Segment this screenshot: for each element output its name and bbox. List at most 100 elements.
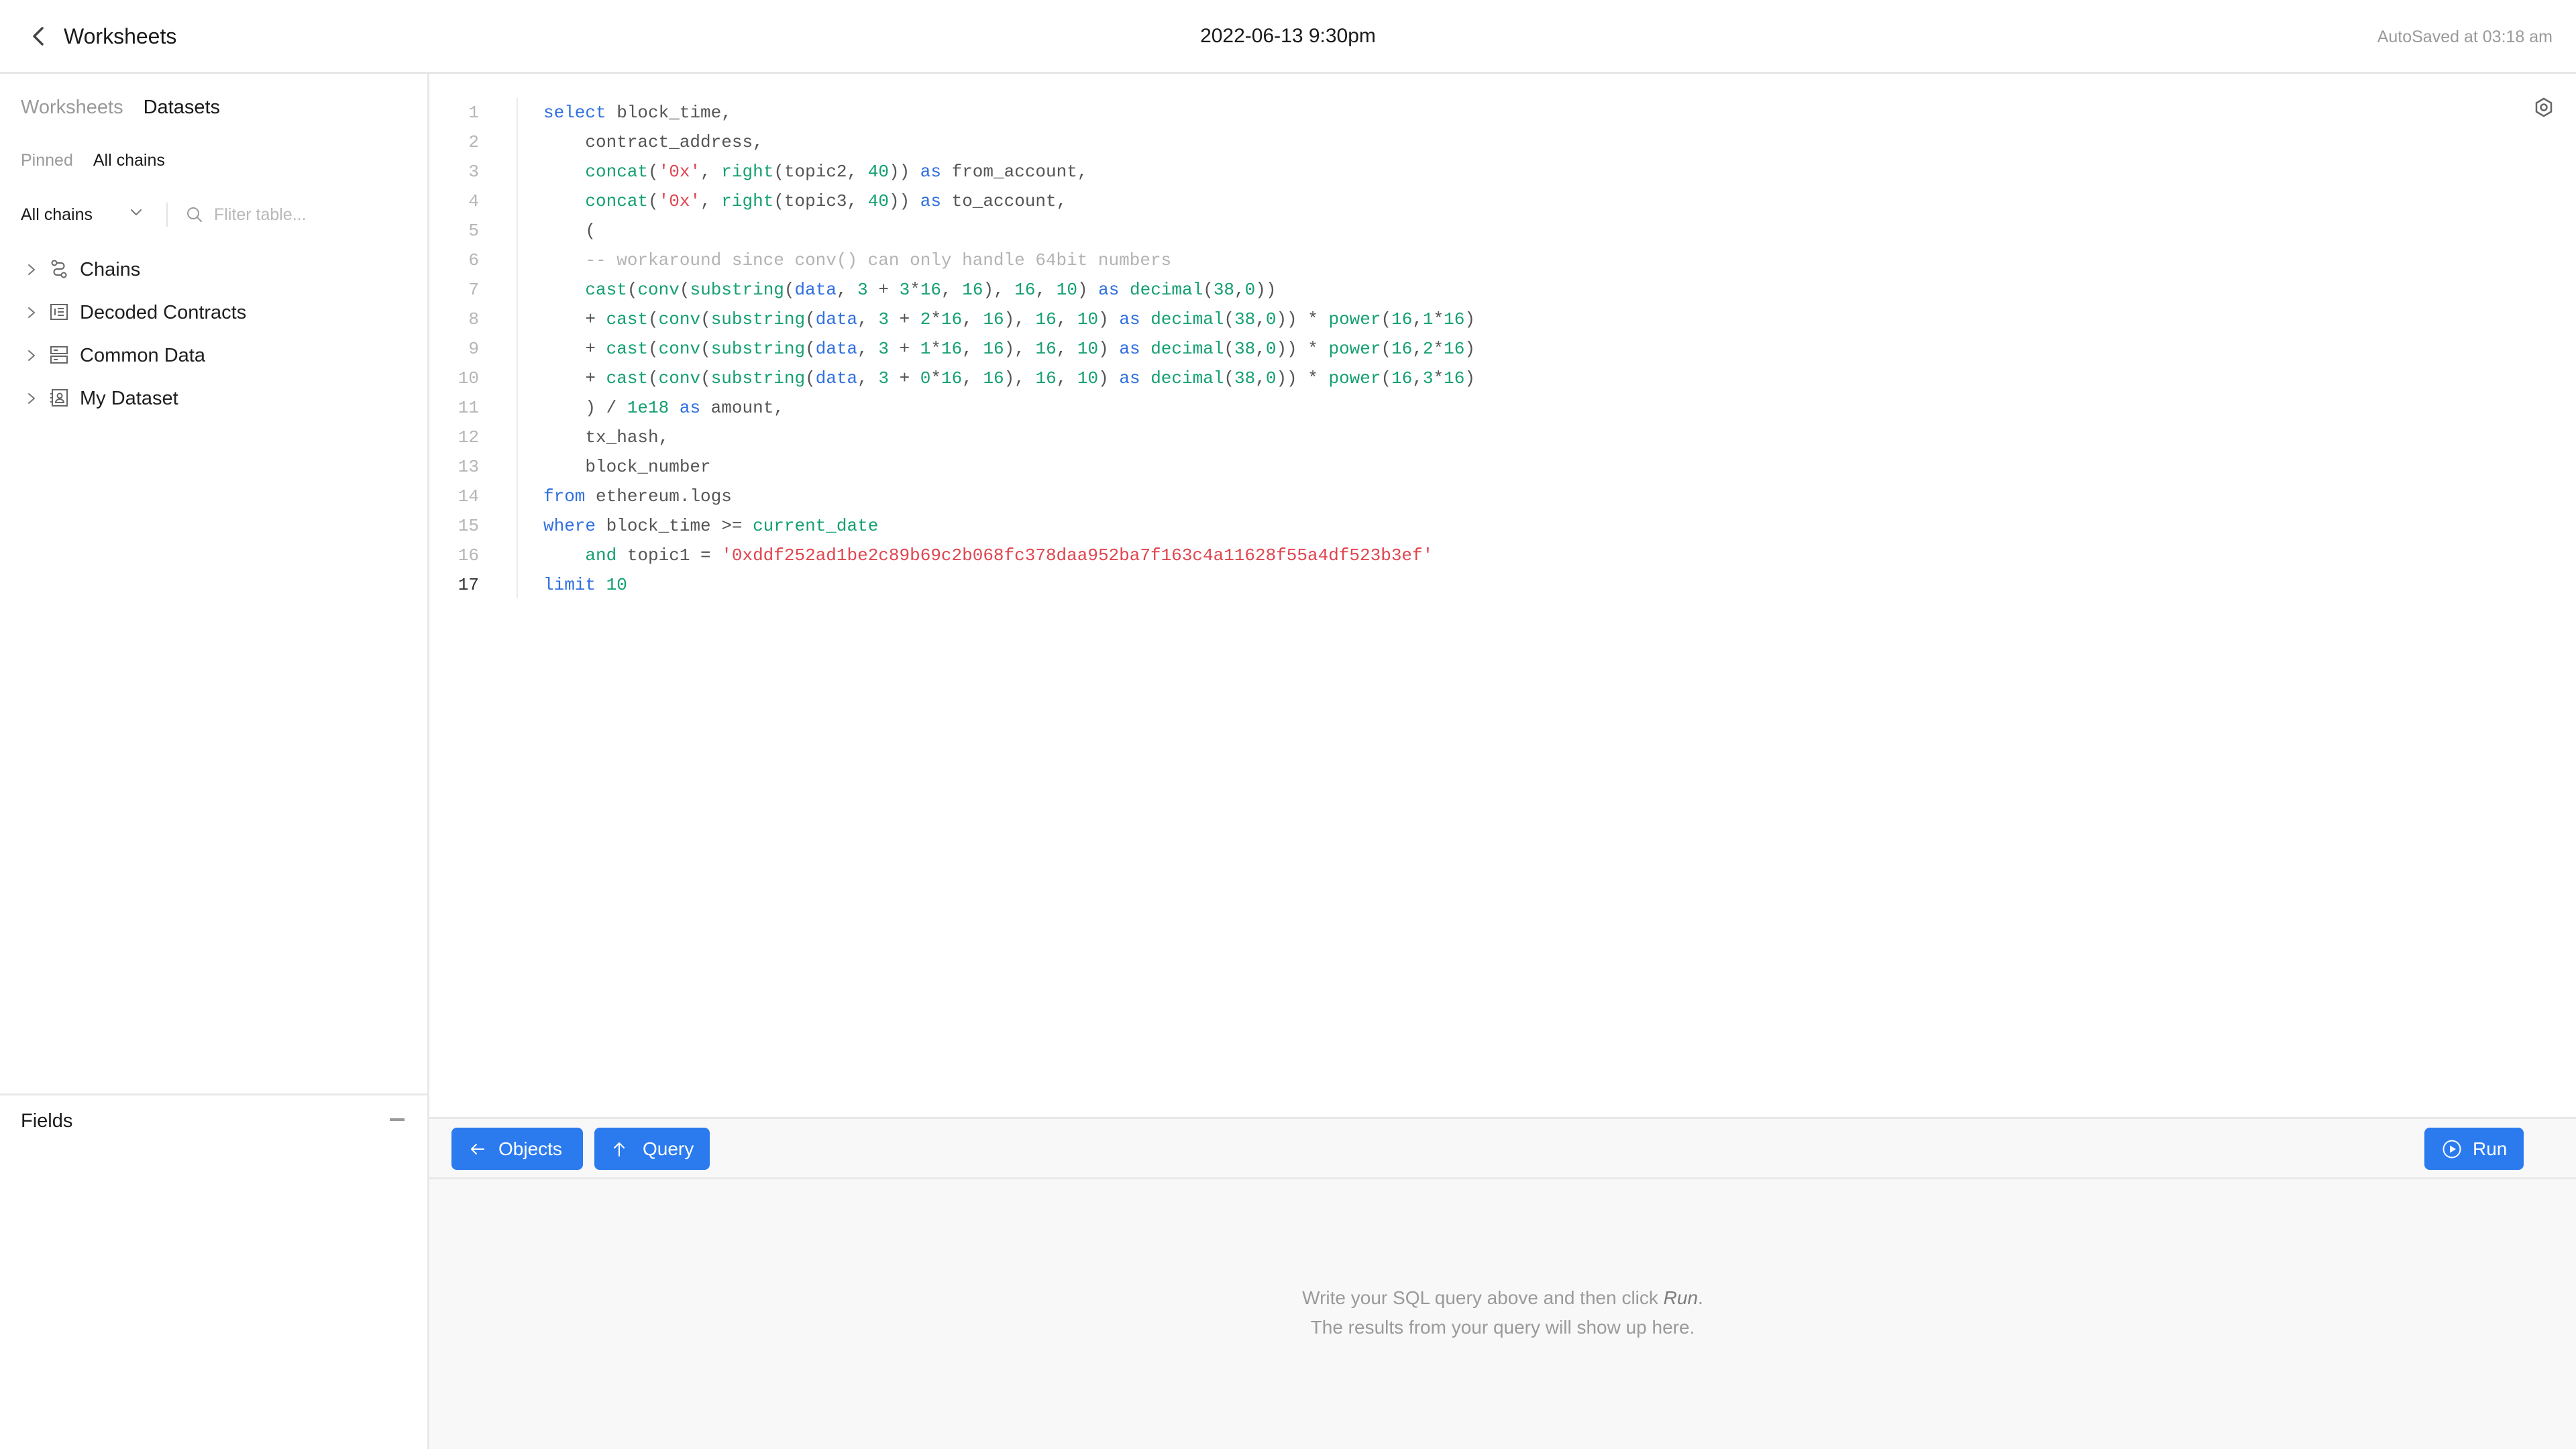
chevron-right-icon[interactable] bbox=[24, 347, 39, 364]
code-token: ethereum.logs bbox=[585, 486, 732, 506]
code-token: amount, bbox=[700, 398, 784, 418]
code-token: where bbox=[543, 516, 596, 536]
code-token: power bbox=[1328, 368, 1381, 388]
code-token: , bbox=[1412, 309, 1423, 329]
code-token: , bbox=[700, 191, 722, 211]
line-number: 5 bbox=[468, 221, 479, 241]
line-number: 4 bbox=[468, 191, 479, 211]
code-token: + bbox=[888, 339, 920, 359]
objects-button[interactable]: Objects bbox=[451, 1128, 583, 1170]
code-token: , bbox=[1255, 309, 1266, 329]
code-token: , bbox=[962, 309, 983, 329]
code-token: 16 bbox=[1444, 368, 1465, 388]
chevron-right-icon[interactable] bbox=[24, 305, 39, 321]
query-button[interactable]: Query bbox=[594, 1128, 710, 1170]
objects-label: Objects bbox=[498, 1138, 562, 1159]
empty-line-2: The results from your query will show up… bbox=[1310, 1317, 1695, 1338]
run-label: Run bbox=[2473, 1138, 2508, 1159]
worksheet-name[interactable]: 2022-06-13 9:30pm bbox=[1200, 25, 1376, 47]
code-text: ( bbox=[543, 216, 596, 246]
code-token: , bbox=[1056, 339, 1077, 359]
code-token: data bbox=[794, 280, 837, 300]
code-token: 16 bbox=[1035, 368, 1057, 388]
subtab-all-chains[interactable]: All chains bbox=[93, 151, 165, 170]
code-token: 16 bbox=[941, 339, 963, 359]
code-token: cast bbox=[606, 309, 649, 329]
code-token: ( bbox=[1224, 368, 1235, 388]
code-token: 16 bbox=[962, 280, 983, 300]
chevron-right-icon[interactable] bbox=[24, 390, 39, 407]
code-token: decimal bbox=[1150, 339, 1224, 359]
code-token: substring bbox=[710, 339, 806, 359]
code-token: , bbox=[1035, 280, 1057, 300]
code-token: ( bbox=[805, 339, 816, 359]
filter-table-input[interactable] bbox=[214, 201, 409, 228]
autosave-status: AutoSaved at 03:18 am bbox=[2377, 28, 2553, 46]
code-token: * bbox=[930, 309, 942, 329]
code-token: block_time, bbox=[606, 103, 732, 123]
chevron-right-icon[interactable] bbox=[24, 262, 39, 278]
code-token: as bbox=[1119, 368, 1140, 388]
code-token: ), bbox=[1004, 309, 1036, 329]
code-token: * bbox=[930, 368, 942, 388]
code-token: ), bbox=[1004, 368, 1036, 388]
back-button[interactable] bbox=[25, 23, 52, 50]
code-text: from ethereum.logs bbox=[543, 482, 732, 511]
code-text: contract_address, bbox=[543, 127, 763, 157]
code-token: ) bbox=[1464, 339, 1475, 359]
top-header: Worksheets 2022-06-13 9:30pm AutoSaved a… bbox=[0, 0, 2576, 74]
code-text: cast(conv(substring(data, 3 + 3*16, 16),… bbox=[543, 275, 1276, 305]
code-token: 16 bbox=[983, 368, 1004, 388]
code-token: '0x' bbox=[658, 191, 701, 211]
fields-title: Fields bbox=[21, 1110, 73, 1132]
code-text: block_number bbox=[543, 452, 711, 482]
line-number: 8 bbox=[468, 309, 479, 329]
code-token: current_date bbox=[753, 516, 879, 536]
tree-item-common-data[interactable]: Common Data bbox=[0, 334, 427, 377]
tree-item-my-dataset[interactable]: My Dataset bbox=[0, 377, 427, 420]
code-token: 10 bbox=[1077, 339, 1099, 359]
sql-editor[interactable]: 1 select block_time, 2 contract_address, 3 … bbox=[429, 74, 2576, 1117]
code-token: 2 bbox=[1422, 339, 1434, 359]
code-token: 16 bbox=[983, 309, 1004, 329]
code-token: ( bbox=[648, 368, 659, 388]
code-token: block_number bbox=[543, 457, 711, 477]
tab-datasets[interactable]: Datasets bbox=[144, 97, 220, 118]
code-token: ), bbox=[983, 280, 1015, 300]
code-token: , bbox=[1255, 368, 1266, 388]
code-token: )) * bbox=[1276, 309, 1329, 329]
code-token: ( bbox=[1203, 280, 1214, 300]
line-number: 17 bbox=[458, 575, 479, 595]
minus-icon[interactable] bbox=[390, 1118, 405, 1121]
code-token: 16 bbox=[1035, 309, 1057, 329]
code-token: 16 bbox=[1444, 309, 1465, 329]
code-token: ) bbox=[1077, 280, 1099, 300]
code-token: + bbox=[888, 309, 920, 329]
code-text: limit 10 bbox=[543, 570, 627, 600]
tree-item-chains[interactable]: Chains bbox=[0, 248, 427, 291]
code-token: ( bbox=[648, 162, 659, 182]
filter-row: All chains bbox=[21, 201, 417, 228]
code-token: ( bbox=[805, 368, 816, 388]
code-token: 3 bbox=[878, 368, 889, 388]
code-token: from_account, bbox=[941, 162, 1088, 182]
tab-worksheets[interactable]: Worksheets bbox=[21, 97, 123, 118]
run-emphasis: Run bbox=[1663, 1287, 1699, 1308]
code-token: 16 bbox=[1391, 309, 1413, 329]
code-token: ( bbox=[679, 280, 690, 300]
sidebar: Worksheets Datasets Pinned All chains All … bbox=[0, 74, 429, 1451]
code-token: ) bbox=[1464, 309, 1475, 329]
code-token: right bbox=[721, 191, 774, 211]
run-button[interactable]: Run bbox=[2424, 1128, 2524, 1170]
code-token: , bbox=[1412, 368, 1423, 388]
chain-select[interactable]: All chains bbox=[21, 201, 148, 228]
code-token: * bbox=[1433, 309, 1444, 329]
code-text: + cast(conv(substring(data, 3 + 1*16, 16… bbox=[543, 334, 1475, 364]
settings-hexagon-icon[interactable] bbox=[2532, 95, 2556, 119]
code-token: , bbox=[700, 162, 722, 182]
tree-item-decoded-contracts[interactable]: Decoded Contracts bbox=[0, 291, 427, 334]
code-token: + bbox=[867, 280, 900, 300]
code-token: ( bbox=[700, 309, 711, 329]
subtab-pinned[interactable]: Pinned bbox=[21, 151, 73, 170]
code-token: 1e18 bbox=[627, 398, 669, 418]
